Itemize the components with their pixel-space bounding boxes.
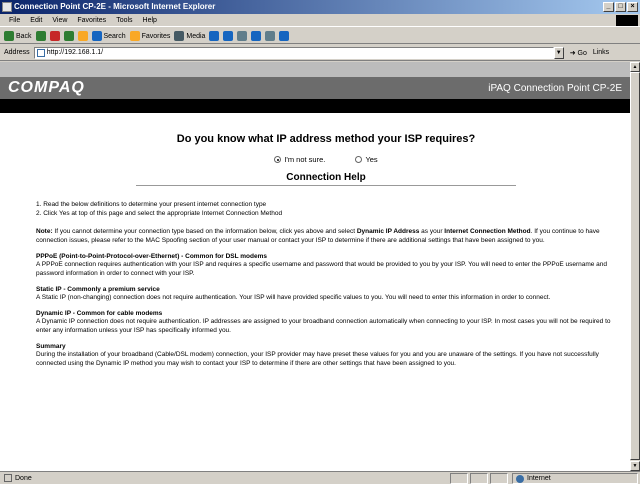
menu-tools[interactable]: Tools — [111, 17, 137, 24]
stop-icon[interactable] — [49, 30, 60, 41]
messenger-icon[interactable] — [279, 30, 290, 41]
links-button[interactable]: Links — [593, 49, 609, 56]
pppoe-heading: PPPoE (Point-to-Point-Protocol-over-Ethe… — [36, 253, 267, 260]
step-1: 1. Read the below definitions to determi… — [36, 201, 267, 208]
pppoe-text: A PPPoE connection requires authenticati… — [36, 261, 608, 277]
favorites-button[interactable]: Favorites — [129, 30, 170, 41]
dynamic-ip-text: A Dynamic IP connection does not require… — [36, 318, 611, 334]
status-pane — [470, 473, 488, 484]
menu-edit[interactable]: Edit — [25, 17, 47, 24]
help-content: Do you know what IP address method your … — [0, 133, 630, 368]
status-pane — [490, 473, 508, 484]
search-icon — [91, 30, 102, 41]
status-bar: Done Internet — [0, 471, 640, 484]
instructions: 1. Read the below definitions to determi… — [36, 200, 616, 218]
connection-help-heading: Connection Help — [286, 172, 366, 183]
radio-not-sure[interactable]: I'm not sure. — [274, 155, 325, 164]
menu-favorites[interactable]: Favorites — [72, 17, 111, 24]
zone-pane: Internet — [512, 473, 638, 484]
print-icon[interactable] — [237, 30, 248, 41]
page-question: Do you know what IP address method your … — [176, 133, 476, 145]
note-paragraph: Note: If you cannot determine your conne… — [36, 228, 600, 244]
dynamic-ip-heading: Dynamic IP - Common for cable modems — [36, 310, 163, 317]
page-icon — [36, 48, 45, 57]
globe-icon — [516, 475, 524, 483]
discuss-icon[interactable] — [265, 30, 276, 41]
history-icon[interactable] — [209, 30, 220, 41]
back-arrow-icon — [4, 30, 14, 41]
page-viewport: COMPAQ iPAQ Connection Point CP-2E Do yo… — [0, 62, 630, 471]
search-button[interactable]: Search — [91, 30, 126, 41]
go-button[interactable]: ➜ Go — [570, 49, 587, 57]
favorites-icon — [129, 30, 140, 41]
compaq-logo: COMPAQ — [8, 79, 85, 96]
summary-heading: Summary — [36, 343, 66, 350]
ie-page-icon — [4, 474, 12, 482]
menu-file[interactable]: File — [4, 17, 25, 24]
product-name: iPAQ Connection Point CP-2E — [488, 82, 622, 94]
radio-yes[interactable]: Yes — [355, 155, 378, 164]
title-bar: Connection Point CP-2E - Microsoft Inter… — [0, 0, 640, 14]
address-dropdown-icon[interactable]: ▼ — [553, 46, 564, 59]
maximize-button[interactable]: □ — [615, 2, 626, 12]
window-title: Connection Point CP-2E - Microsoft Inter… — [14, 2, 216, 11]
address-bar: Address http://192.168.1.1/ ▼ ➜ Go Links — [0, 45, 640, 61]
banner: COMPAQ iPAQ Connection Point CP-2E — [0, 77, 630, 99]
scroll-thumb[interactable] — [630, 72, 640, 460]
step-2: 2. Click Yes at top of this page and sel… — [36, 210, 283, 217]
media-icon — [174, 30, 185, 41]
ip-method-radio-group: I'm not sure. Yes — [36, 155, 616, 165]
close-button[interactable]: × — [627, 2, 638, 12]
ie-icon — [2, 2, 12, 12]
media-button[interactable]: Media — [174, 30, 205, 41]
mail-icon[interactable] — [223, 30, 234, 41]
static-ip-heading: Static IP - Commonly a premium service — [36, 286, 160, 293]
home-icon[interactable] — [77, 30, 88, 41]
radio-empty-icon — [355, 156, 363, 163]
status-text: Done — [15, 474, 32, 482]
address-url: http://192.168.1.1/ — [46, 48, 104, 56]
forward-icon[interactable] — [35, 30, 46, 41]
edit-icon[interactable] — [251, 30, 262, 41]
menu-bar: File Edit View Favorites Tools Help — [0, 14, 640, 27]
vertical-scrollbar[interactable]: ▲ ▼ — [630, 62, 640, 471]
back-button[interactable]: Back — [4, 30, 32, 41]
header-strip — [0, 62, 630, 77]
minimize-button[interactable]: _ — [603, 2, 614, 12]
menu-view[interactable]: View — [47, 17, 72, 24]
refresh-icon[interactable] — [63, 30, 74, 41]
banner-divider — [0, 99, 630, 113]
radio-selected-icon — [274, 156, 282, 163]
menu-help[interactable]: Help — [138, 17, 162, 24]
static-ip-text: A Static IP (non-changing) connection do… — [36, 294, 551, 301]
address-input[interactable]: http://192.168.1.1/ — [33, 46, 554, 59]
status-pane — [450, 473, 468, 484]
divider — [136, 185, 516, 186]
address-label: Address — [4, 49, 30, 56]
windows-logo-icon — [616, 15, 638, 26]
scroll-up-icon[interactable]: ▲ — [630, 62, 640, 72]
toolbar: Back Search Favorites Media — [0, 28, 640, 44]
summary-text: During the installation of your broadban… — [36, 351, 599, 367]
scroll-down-icon[interactable]: ▼ — [630, 461, 640, 471]
zone-text: Internet — [527, 475, 551, 482]
